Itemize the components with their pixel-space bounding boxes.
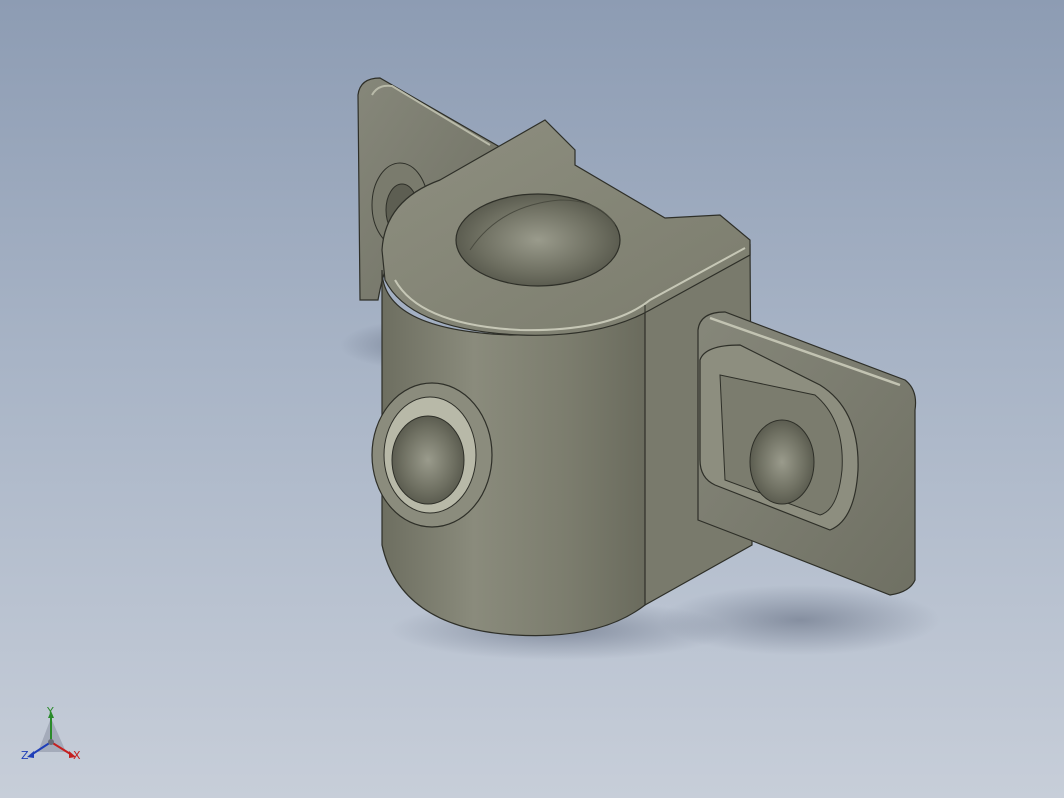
triad-y-label: Y: [47, 705, 54, 718]
graphics-viewport[interactable]: Y X Z: [0, 0, 1064, 798]
side-hole: [391, 415, 465, 505]
coordinate-triad: Y X Z: [18, 700, 88, 770]
triad-x-label: X: [73, 749, 81, 762]
clamp-body: [371, 119, 753, 637]
bore-hole: [455, 193, 621, 287]
triad-z-label: Z: [21, 749, 29, 762]
flange-hole: [749, 419, 815, 505]
clamp-bracket-model[interactable]: [0, 0, 1064, 798]
